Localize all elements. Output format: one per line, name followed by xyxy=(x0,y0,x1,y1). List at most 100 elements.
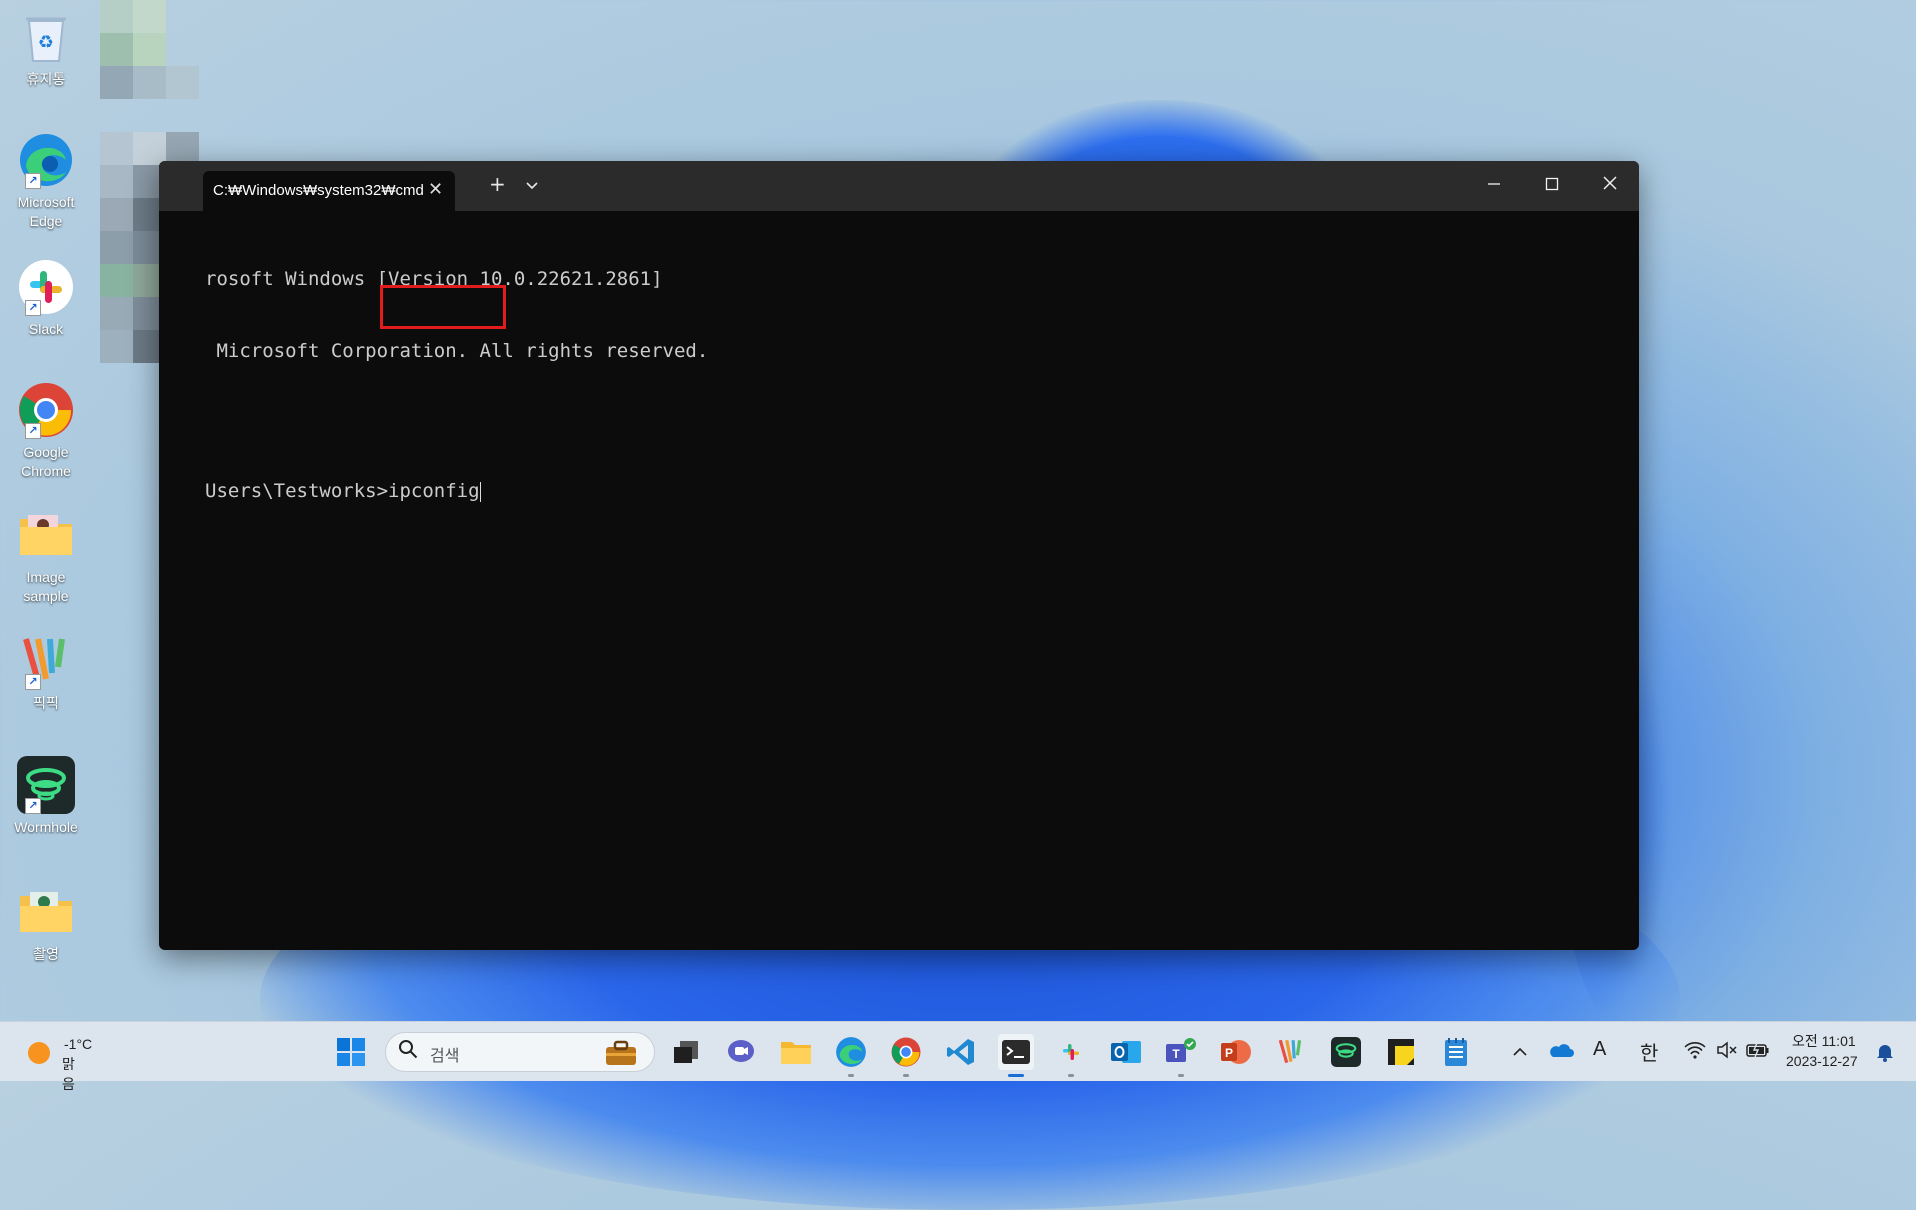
console-line: Users\Testworks>ipconfig xyxy=(205,479,1629,503)
tab-close-icon[interactable]: ✕ xyxy=(428,179,443,200)
picpick-icon: ↗ xyxy=(17,632,75,690)
notepad-icon xyxy=(1445,1038,1467,1066)
edge-icon: ↗ xyxy=(17,131,75,189)
teams-icon: T xyxy=(1166,1038,1196,1062)
search-highlight-icon xyxy=(604,1039,638,1071)
desktop-icon-slack[interactable]: ↗ Slack xyxy=(6,258,86,339)
command-prompt-line: Users\Testworks>ipconfig xyxy=(205,480,480,502)
taskbar-powerpoint[interactable]: P xyxy=(1218,1034,1254,1070)
desktop-icon-picpick[interactable]: ↗ 픽픽 xyxy=(6,632,86,713)
desktop-icon-folder[interactable]: 촬영 xyxy=(6,883,86,964)
shortcut-arrow-icon: ↗ xyxy=(25,423,41,439)
svg-text:♻: ♻ xyxy=(38,32,54,53)
active-indicator xyxy=(1008,1074,1024,1077)
taskbar-teams-chat[interactable] xyxy=(723,1034,759,1070)
notification-bell-icon[interactable] xyxy=(1876,1042,1894,1066)
picpick-icon xyxy=(1278,1039,1302,1064)
search-icon xyxy=(398,1039,418,1064)
volume-muted-icon[interactable] xyxy=(1716,1041,1738,1063)
wormhole-icon: ↗ xyxy=(17,756,75,814)
desktop-icon-label: Image sample xyxy=(23,569,69,604)
close-button[interactable] xyxy=(1582,168,1638,204)
recycle-bin-icon: ♻ xyxy=(17,8,75,66)
vscode-icon xyxy=(947,1039,974,1065)
title-bar[interactable]: C:₩Windows₩system32₩cmd ✕ + xyxy=(159,161,1639,211)
slack-icon: ↗ xyxy=(17,258,75,316)
onedrive-icon[interactable] xyxy=(1548,1042,1574,1062)
running-indicator xyxy=(903,1074,909,1077)
weather-description: 맑음 xyxy=(62,1056,75,1092)
windows-icon xyxy=(337,1038,365,1066)
desktop-icon-chrome[interactable]: ↗ Google Chrome xyxy=(6,381,86,481)
taskbar-terminal[interactable] xyxy=(998,1034,1034,1070)
desktop-icon-edge[interactable]: ↗ Microsoft Edge xyxy=(6,131,86,231)
minimize-button[interactable] xyxy=(1466,168,1522,204)
desktop-icon-label: Google Chrome xyxy=(21,444,71,479)
taskbar-picpick[interactable] xyxy=(1273,1034,1309,1070)
desktop-icon-label: Wormhole xyxy=(14,819,78,835)
task-view-icon xyxy=(674,1041,698,1063)
tab-title: C:₩Windows₩system32₩cmd xyxy=(213,182,424,199)
chat-icon xyxy=(728,1040,754,1062)
tab-dropdown-button[interactable] xyxy=(525,173,539,197)
sticky-notes-icon xyxy=(1388,1039,1414,1065)
svg-text:T: T xyxy=(1172,1047,1180,1061)
highlight-box xyxy=(380,285,506,329)
taskbar-teams[interactable]: T xyxy=(1163,1034,1199,1070)
ime-language-indicator[interactable]: 한 xyxy=(1640,1037,1658,1066)
console-line: Microsoft Corporation. All rights reserv… xyxy=(205,340,709,362)
new-tab-button[interactable]: + xyxy=(489,172,506,196)
minimize-icon xyxy=(1488,183,1500,185)
shortcut-arrow-icon: ↗ xyxy=(25,300,41,316)
taskbar-file-explorer[interactable] xyxy=(778,1034,814,1070)
shortcut-arrow-icon: ↗ xyxy=(25,674,41,690)
show-hidden-icons-button[interactable] xyxy=(1512,1042,1528,1061)
ime-mode-indicator[interactable]: A xyxy=(1593,1038,1606,1061)
battery-charging-icon[interactable] xyxy=(1746,1041,1770,1063)
running-indicator xyxy=(848,1074,854,1077)
chrome-icon: ↗ xyxy=(17,381,75,439)
taskbar-sticky-notes[interactable] xyxy=(1383,1034,1419,1070)
taskbar-edge[interactable] xyxy=(833,1034,869,1070)
tab-cmd[interactable]: C:₩Windows₩system32₩cmd ✕ xyxy=(203,171,455,211)
wifi-icon[interactable] xyxy=(1684,1041,1706,1063)
desktop-icon-recycle-bin[interactable]: ♻ 휴지통 xyxy=(6,8,86,89)
desktop-icon-label: 픽픽 xyxy=(33,695,59,711)
shortcut-arrow-icon: ↗ xyxy=(25,173,41,189)
taskbar-chrome[interactable] xyxy=(888,1034,924,1070)
taskbar: -1°C 맑음 검색 T P A 한 오전 11:01 2023-12-27 xyxy=(0,1021,1916,1092)
desktop-icon-label: 휴지통 xyxy=(26,71,66,87)
taskbar-outlook[interactable] xyxy=(1108,1034,1144,1070)
outlook-icon xyxy=(1111,1041,1141,1063)
chevron-down-icon xyxy=(526,182,538,190)
wormhole-icon xyxy=(1331,1037,1361,1067)
folder-icon xyxy=(781,1042,811,1064)
taskbar-wormhole[interactable] xyxy=(1328,1034,1364,1070)
maximize-icon xyxy=(1545,177,1559,191)
taskbar-vscode[interactable] xyxy=(943,1034,979,1070)
search-box[interactable]: 검색 xyxy=(385,1032,655,1072)
desktop-icon-label: Microsoft Edge xyxy=(17,194,75,229)
task-view-button[interactable] xyxy=(668,1034,704,1070)
chrome-icon xyxy=(891,1037,921,1067)
clock-date[interactable]: 2023-12-27 xyxy=(1786,1053,1858,1069)
start-button[interactable] xyxy=(333,1034,369,1070)
sun-icon xyxy=(28,1042,50,1064)
search-placeholder: 검색 xyxy=(430,1046,460,1065)
powerpoint-icon: P xyxy=(1221,1040,1251,1064)
running-indicator xyxy=(1068,1074,1074,1077)
running-indicator xyxy=(1178,1074,1184,1077)
desktop-icon-image-sample[interactable]: Image sample xyxy=(6,506,86,606)
terminal-window[interactable]: C:₩Windows₩system32₩cmd ✕ + rosoft Windo… xyxy=(159,161,1639,950)
shortcut-arrow-icon: ↗ xyxy=(25,798,41,814)
folder-icon xyxy=(17,883,75,941)
clock-time[interactable]: 오전 11:01 xyxy=(1792,1031,1856,1051)
maximize-button[interactable] xyxy=(1524,168,1580,204)
taskbar-slack[interactable] xyxy=(1053,1034,1089,1070)
taskbar-notepad[interactable] xyxy=(1438,1034,1474,1070)
folder-icon xyxy=(17,506,75,564)
svg-text:P: P xyxy=(1225,1046,1233,1060)
desktop-icon-wormhole[interactable]: ↗ Wormhole xyxy=(6,756,86,837)
weather-temperature: -1°C xyxy=(64,1036,93,1052)
